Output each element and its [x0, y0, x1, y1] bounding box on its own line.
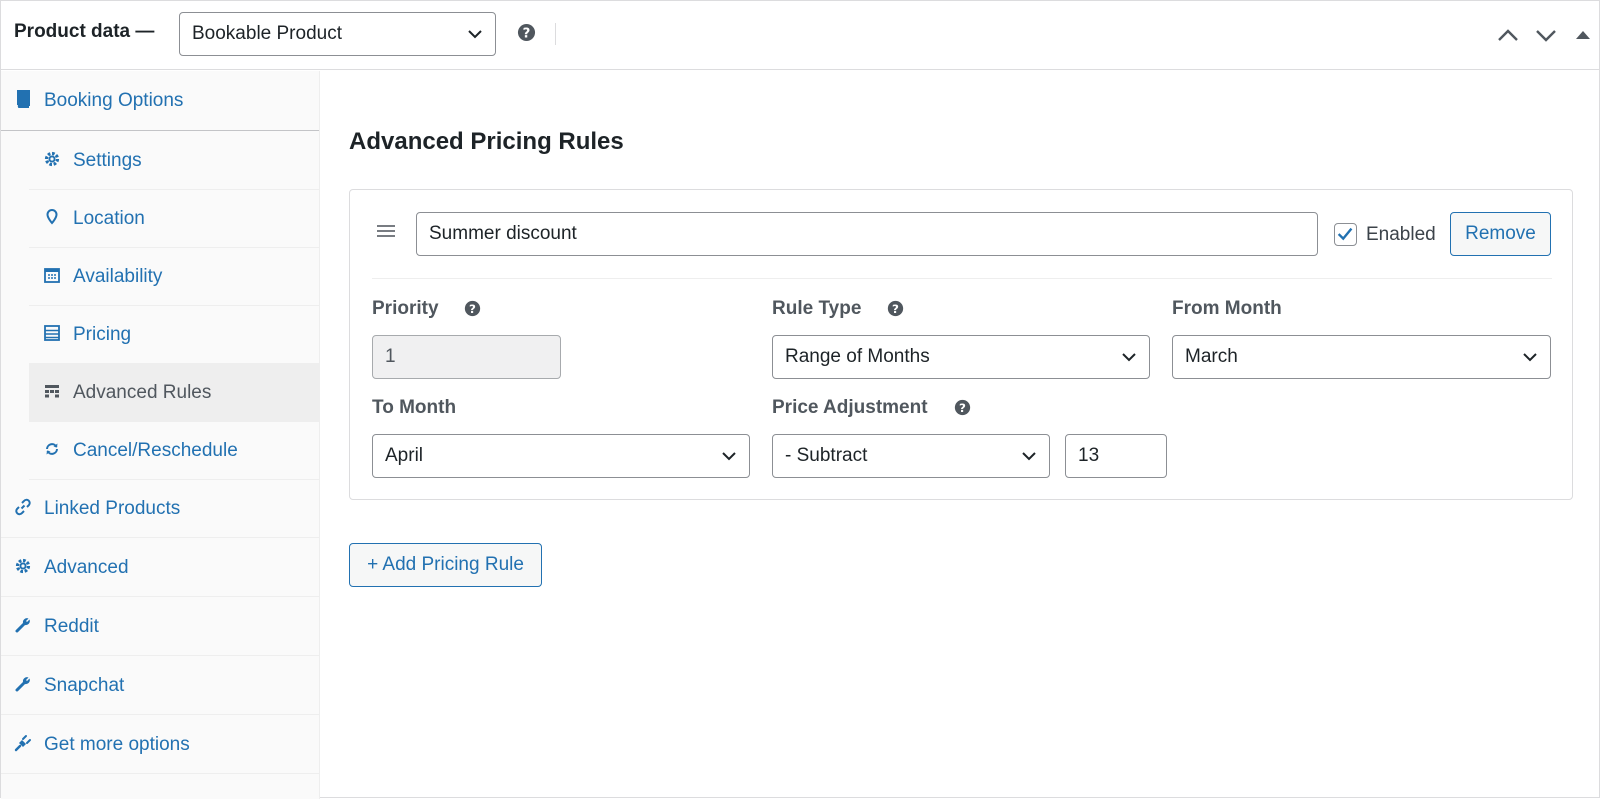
- add-pricing-rule-button[interactable]: + Add Pricing Rule: [349, 543, 542, 587]
- rule-type-select[interactable]: Range of Months: [772, 335, 1150, 379]
- collapse-toggle-icon[interactable]: [1570, 23, 1596, 47]
- from-month-label: From Month: [1172, 298, 1282, 319]
- help-icon[interactable]: ?: [464, 300, 481, 317]
- refresh-icon: [46, 443, 58, 455]
- tab-linked-products[interactable]: Linked Products: [1, 479, 319, 538]
- wrench-icon: [15, 677, 30, 692]
- chevron-down-icon[interactable]: [1533, 23, 1559, 47]
- gear-icon: [15, 558, 31, 574]
- chevron-down-icon: [722, 452, 736, 461]
- remove-rule-button[interactable]: Remove: [1450, 212, 1551, 256]
- chevron-down-icon: [1022, 452, 1036, 461]
- tab-location[interactable]: Location: [29, 189, 319, 248]
- product-type-select[interactable]: Bookable Product: [179, 12, 496, 56]
- chevron-down-icon: [1523, 353, 1537, 362]
- section-title: Advanced Pricing Rules: [349, 128, 624, 155]
- product-data-header: Product data — Bookable Product ?: [1, 1, 1599, 70]
- link-icon: [15, 498, 31, 516]
- tab-pricing[interactable]: Pricing: [29, 305, 319, 364]
- tab-reddit[interactable]: Reddit: [1, 597, 319, 656]
- help-icon[interactable]: ?: [954, 399, 971, 416]
- price-adjustment-operation-select[interactable]: - Subtract: [772, 434, 1050, 478]
- price-adjustment-amount-input[interactable]: 13: [1065, 434, 1167, 478]
- product-data-tabs: Booking Options Settings Location Availa…: [1, 71, 320, 799]
- tab-settings[interactable]: Settings: [29, 131, 319, 190]
- tab-advanced[interactable]: Advanced: [1, 538, 319, 597]
- product-data-title: Product data —: [14, 21, 155, 42]
- wrench-icon: [15, 618, 30, 633]
- book-icon: [17, 90, 30, 108]
- enabled-label: Enabled: [1366, 224, 1436, 245]
- product-type-value: Bookable Product: [192, 23, 342, 44]
- priority-input[interactable]: 1: [372, 335, 561, 379]
- location-pin-icon: [46, 208, 58, 225]
- rule-type-label: Rule Type: [772, 298, 862, 319]
- to-month-label: To Month: [372, 397, 457, 418]
- plugin-icon: [14, 735, 31, 752]
- tab-get-more-options[interactable]: Get more options: [1, 715, 319, 774]
- rule-name-input[interactable]: Summer discount: [416, 212, 1318, 256]
- tab-cancel-reschedule[interactable]: Cancel/Reschedule: [29, 421, 319, 480]
- checkmark-icon: [1337, 227, 1353, 241]
- product-data-panel: Product data — Bookable Product ? Bookin…: [0, 0, 1600, 799]
- calendar-icon: [44, 268, 60, 283]
- tab-snapchat[interactable]: Snapchat: [1, 656, 319, 715]
- table-icon: [45, 385, 59, 398]
- help-icon[interactable]: ?: [887, 300, 904, 317]
- chevron-down-icon: [1122, 353, 1136, 362]
- svg-text:?: ?: [892, 302, 899, 316]
- enabled-checkbox[interactable]: [1334, 223, 1357, 246]
- help-icon[interactable]: ?: [517, 23, 536, 42]
- list-icon: [44, 325, 60, 341]
- priority-label: Priority: [372, 298, 439, 319]
- svg-text:?: ?: [469, 302, 476, 316]
- from-month-select[interactable]: March: [1172, 335, 1551, 379]
- price-adjustment-label: Price Adjustment: [772, 397, 928, 418]
- pricing-rule-card: Summer discount Enabled Remove Priority …: [349, 189, 1573, 500]
- gear-icon: [44, 151, 60, 167]
- to-month-select[interactable]: April: [372, 434, 750, 478]
- header-divider: [555, 23, 556, 45]
- tab-advanced-rules[interactable]: Advanced Rules: [29, 363, 319, 422]
- tab-booking-options[interactable]: Booking Options: [1, 71, 319, 131]
- tab-availability[interactable]: Availability: [29, 247, 319, 306]
- drag-handle-icon[interactable]: [376, 223, 396, 239]
- svg-text:?: ?: [523, 26, 531, 41]
- card-divider: [372, 278, 1552, 279]
- svg-text:?: ?: [959, 401, 966, 415]
- chevron-up-icon[interactable]: [1495, 23, 1521, 47]
- chevron-down-icon: [468, 30, 482, 39]
